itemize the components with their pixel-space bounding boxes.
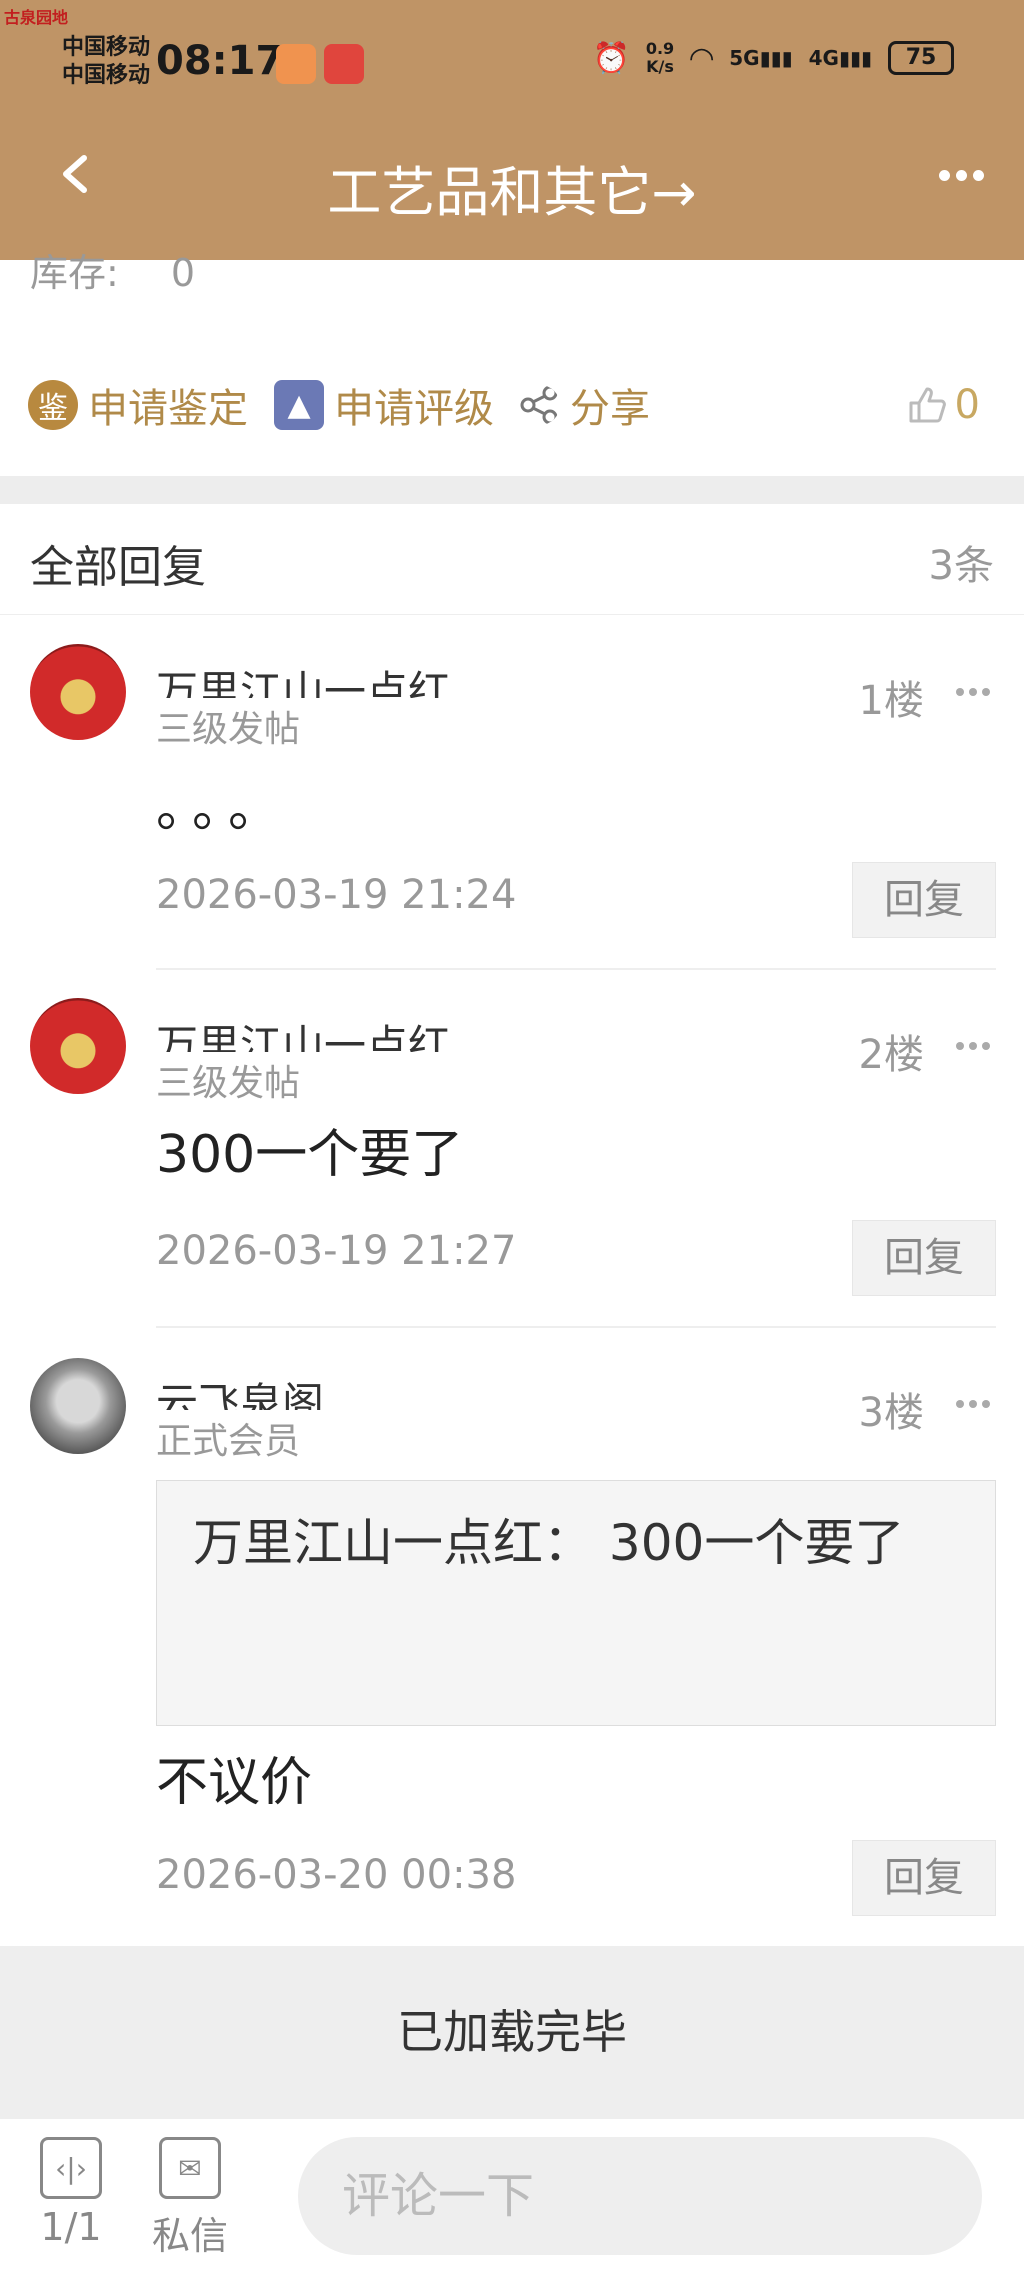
notification-icon xyxy=(276,44,316,84)
reply-button[interactable]: 回复 xyxy=(852,1840,996,1916)
carrier-2: 中国移动 xyxy=(62,63,151,88)
battery-indicator: 75 xyxy=(888,41,954,75)
nav-bar: 工艺品和其它→ xyxy=(0,120,1024,260)
comment-floor: 1楼 xyxy=(858,678,924,724)
comment-user-level: 三级发帖 xyxy=(156,1063,301,1104)
action-bar: 鉴 申请鉴定 ▲ 申请评级 分享 0 xyxy=(0,360,1024,450)
bottom-bar: ‹|› 1/1 ✉ 私信 评论一下 xyxy=(0,2118,1024,2273)
signal-5g: 5G▮▮▮ xyxy=(729,46,793,70)
more-icon[interactable] xyxy=(939,170,984,181)
page-indicator-button[interactable]: ‹|› 1/1 xyxy=(40,2137,102,2249)
comment-item: 云飞泉阁 正式会员 3楼 万里江山一点红： 300一个要了 不议价 2026-0… xyxy=(0,1328,1024,1946)
apply-appraisal-button[interactable]: 鉴 申请鉴定 xyxy=(28,376,248,434)
comment-text: 。。。 xyxy=(156,779,291,839)
comment-floor: 3楼 xyxy=(858,1390,924,1436)
comment-item: 万里江山一点红 三级发帖 2楼 300一个要了 2026-03-19 21:27… xyxy=(0,970,1024,1328)
comment-username[interactable]: 万里江山一点红 xyxy=(156,1012,450,1052)
comment-time: 2026-03-19 21:24 xyxy=(156,872,517,918)
quoted-reply: 万里江山一点红： 300一个要了 xyxy=(156,1480,996,1726)
appraisal-icon: 鉴 xyxy=(28,380,78,430)
section-divider xyxy=(0,476,1024,504)
comment-user-level: 正式会员 xyxy=(156,1421,301,1462)
comment-username[interactable]: 云飞泉阁 xyxy=(156,1370,324,1410)
network-speed: 0.9 K/s xyxy=(645,39,675,76)
comment-more-icon[interactable] xyxy=(956,688,990,696)
wifi-icon: ◠ xyxy=(690,40,714,76)
comment-item: 万里江山一点红 三级发帖 1楼 。。。 2026-03-19 21:24 回复 xyxy=(0,616,1024,970)
share-label: 分享 xyxy=(570,386,650,432)
signal-4g: 4G▮▮▮ xyxy=(808,46,872,70)
like-button[interactable]: 0 xyxy=(907,382,980,428)
replies-title: 全部回复 xyxy=(30,542,206,593)
grading-icon: ▲ xyxy=(274,380,324,430)
stock-line: 库存: 0 xyxy=(30,242,195,297)
share-icon xyxy=(520,385,558,425)
avatar[interactable] xyxy=(30,644,126,740)
load-complete-footer: 已加载完毕 xyxy=(0,1946,1024,2118)
stock-label: 库存: xyxy=(30,251,119,295)
page-title[interactable]: 工艺品和其它→ xyxy=(0,148,1024,227)
status-icons: ⏰ 0.9 K/s ◠ 5G▮▮▮ 4G▮▮▮ 75 xyxy=(592,40,954,76)
comment-username[interactable]: 万里江山一点红 xyxy=(156,658,450,698)
apply-grading-label: 申请评级 xyxy=(334,386,494,432)
replies-count: 3条 xyxy=(928,543,994,589)
reply-button[interactable]: 回复 xyxy=(852,1220,996,1296)
comment-more-icon[interactable] xyxy=(956,1400,990,1408)
carrier-info: 中国移动 中国移动 xyxy=(62,34,150,90)
comment-time: 2026-03-19 21:27 xyxy=(156,1228,517,1274)
direct-message-label: 私信 xyxy=(152,2214,229,2258)
replies-header: 全部回复 3条 xyxy=(0,505,1024,615)
comment-text: 不议价 xyxy=(156,1753,313,1813)
app-badge: 古泉园地 xyxy=(4,8,69,27)
avatar[interactable] xyxy=(30,1358,126,1454)
clock: 08:17 xyxy=(156,38,284,84)
top-bar: 古泉园地 中国移动 中国移动 08:17 ⏰ 0.9 K/s ◠ 5G▮▮▮ 4… xyxy=(0,0,1024,260)
comment-text: 300一个要了 xyxy=(156,1125,464,1185)
reply-button[interactable]: 回复 xyxy=(852,862,996,938)
comment-more-icon[interactable] xyxy=(956,1042,990,1050)
mail-icon: ✉ xyxy=(159,2137,221,2199)
carrier-1: 中国移动 xyxy=(62,35,151,60)
notification-icon-2 xyxy=(324,44,364,84)
share-button[interactable]: 分享 xyxy=(520,376,650,434)
comment-input[interactable]: 评论一下 xyxy=(298,2137,982,2255)
status-bar: 古泉园地 中国移动 中国移动 08:17 ⏰ 0.9 K/s ◠ 5G▮▮▮ 4… xyxy=(0,0,1024,120)
apply-appraisal-label: 申请鉴定 xyxy=(88,386,248,432)
comment-user-level: 三级发帖 xyxy=(156,709,301,750)
apply-grading-button[interactable]: ▲ 申请评级 xyxy=(274,376,494,434)
page-switch-icon: ‹|› xyxy=(40,2137,102,2199)
comment-time: 2026-03-20 00:38 xyxy=(156,1852,517,1898)
thumbs-up-icon xyxy=(909,387,946,423)
avatar[interactable] xyxy=(30,998,126,1094)
page-indicator: 1/1 xyxy=(40,2205,102,2249)
like-count: 0 xyxy=(954,382,980,428)
alarm-icon: ⏰ xyxy=(592,40,630,76)
stock-value: 0 xyxy=(170,251,196,295)
direct-message-button[interactable]: ✉ 私信 xyxy=(152,2137,228,2260)
comment-floor: 2楼 xyxy=(858,1032,924,1078)
